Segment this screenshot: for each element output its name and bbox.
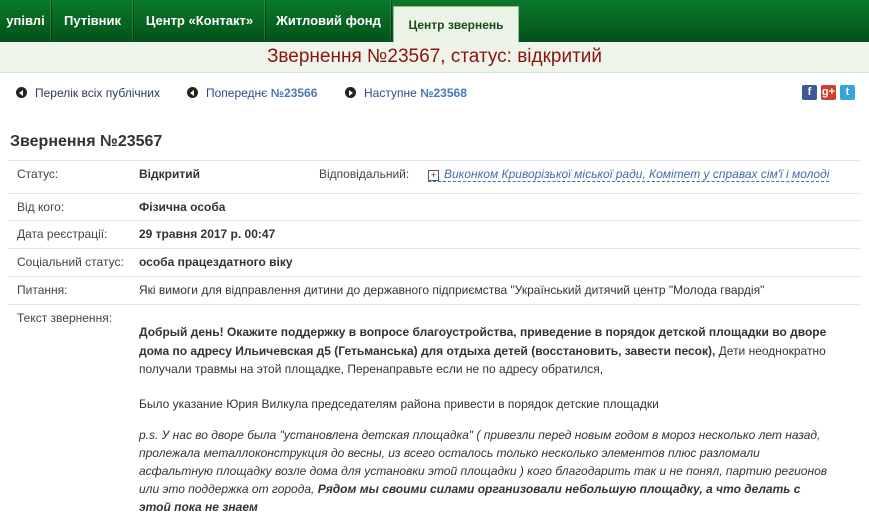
appeal-navigation: Перелік всіх публічних Попереднє №23566 … [0,84,869,104]
tab-housing-fund[interactable]: Житловий фонд [266,0,392,42]
date-label: Дата реєстрації: [17,227,108,241]
page-title: Звернення №23567, статус: відкритий [266,46,603,67]
expand-icon: + [428,170,439,181]
arrow-right-circle-icon [345,87,356,98]
row-status: Статус: Відкритий Відповідальний: + Викон… [8,160,861,189]
list-all-link[interactable]: Перелік всіх публічних [16,86,160,100]
row-date: Дата реєстрації: 29 травня 2017 р. 00:47 [8,220,861,248]
from-value: Фізична особа [139,200,226,214]
twitter-icon[interactable]: t [840,85,855,100]
date-value: 29 травня 2017 р. 00:47 [139,227,276,241]
appeal-p2: Было указание Юрия Вилкула председателям… [139,397,659,411]
tab-procurement[interactable]: упівлі [0,0,52,42]
question-value: Які вимоги для відправлення дитини до де… [139,283,765,297]
social-share: f g+ t [798,84,855,101]
list-all-label: Перелік всіх публічних [35,86,160,100]
title-bar: Звернення №23567, статус: відкритий [0,42,869,73]
appeal-paragraph-1: Добрый день! Окажите поддержку в вопросе… [139,323,829,379]
previous-appeal-link[interactable]: Попереднє №23566 [187,86,317,100]
social-status-label: Соціальний статус: [17,255,124,269]
tab-contact-center[interactable]: Центр «Контакт» [134,0,266,42]
tab-appeals-center[interactable]: Центр звернень [393,6,519,43]
responsible-link[interactable]: + Виконком Криворізької міської ради, Ком… [428,167,830,182]
next-label: Наступне [364,86,417,100]
row-appeal-text: Текст звернення: Добрый день! Окажите по… [8,304,861,530]
previous-label: Попереднє [206,86,268,100]
arrow-left-circle-icon [16,87,27,98]
row-question: Питання: Які вимоги для відправлення дит… [8,276,861,304]
row-from: Від кого: Фізична особа [8,193,861,220]
appeal-paragraph-2: Было указание Юрия Вилкула председателям… [139,395,829,414]
next-appeal-link[interactable]: Наступне №23568 [345,86,467,100]
appeal-text-label: Текст звернення: [17,311,113,325]
from-label: Від кого: [17,200,65,214]
google-plus-icon[interactable]: g+ [821,85,836,100]
social-status-value: особа працездатного віку [139,255,293,269]
responsible-label: Відповідальний: [319,167,410,181]
status-value: Відкритий [139,167,200,181]
status-label: Статус: [17,167,59,181]
responsible-value: Виконком Криворізької міської ради, Комі… [444,167,830,181]
question-label: Питання: [17,283,68,297]
appeal-heading: Звернення №23567 [10,133,163,150]
tab-guide[interactable]: Путівник [52,0,134,42]
top-nav: упівлі Путівник Центр «Контакт» Житловий… [0,0,869,43]
arrow-left-circle-icon [187,87,198,98]
next-number: №23568 [420,86,467,100]
appeal-paragraph-3: p.s. У нас во дворе была "установлена де… [139,426,829,516]
facebook-icon[interactable]: f [802,85,817,100]
previous-number: №23566 [270,86,318,100]
row-social-status: Соціальний статус: особа працездатного в… [8,248,861,276]
